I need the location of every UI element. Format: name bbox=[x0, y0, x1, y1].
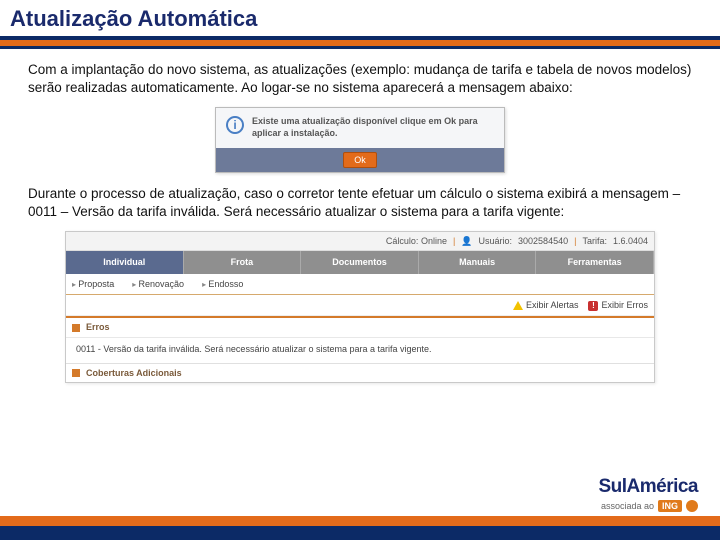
lion-icon bbox=[686, 500, 698, 512]
intro-paragraph-1: Com a implantação do novo sistema, as at… bbox=[28, 61, 692, 97]
error-icon: ! bbox=[588, 301, 598, 311]
brand-logo: SulAmérica bbox=[598, 476, 698, 498]
user-icon: 👤 bbox=[461, 235, 472, 247]
footer-bar bbox=[0, 526, 720, 540]
tab-ferramentas[interactable]: Ferramentas bbox=[536, 251, 654, 273]
section-coberturas: Coberturas Adicionais bbox=[66, 363, 654, 382]
status-online: Cálculo: Online bbox=[386, 235, 447, 247]
page-title: Atualização Automática bbox=[10, 6, 710, 32]
info-icon: i bbox=[226, 116, 244, 134]
subtab-proposta[interactable]: Proposta bbox=[72, 278, 114, 291]
user-label: Usuário: bbox=[479, 235, 513, 247]
intro-paragraph-2: Durante o processo de atualização, caso … bbox=[28, 185, 692, 221]
subtab-renovacao[interactable]: Renovação bbox=[132, 278, 184, 291]
user-value: 3002584540 bbox=[518, 235, 568, 247]
app-screenshot: Cálculo: Online | 👤 Usuário: 3002584540 … bbox=[65, 231, 655, 383]
ok-button[interactable]: Ok bbox=[343, 152, 377, 168]
update-popup: i Existe uma atualização disponível cliq… bbox=[215, 107, 505, 172]
section-marker-icon bbox=[72, 369, 80, 377]
section-marker-icon bbox=[72, 324, 80, 332]
tab-manuais[interactable]: Manuais bbox=[419, 251, 537, 273]
show-alerts-link[interactable]: Exibir Alertas bbox=[513, 299, 579, 311]
ing-logo: ING bbox=[658, 500, 682, 512]
separator: | bbox=[574, 235, 576, 247]
tab-documentos[interactable]: Documentos bbox=[301, 251, 419, 273]
section-erros: Erros bbox=[66, 316, 654, 337]
footer-bar bbox=[0, 516, 720, 526]
warning-icon bbox=[513, 301, 523, 310]
tab-frota[interactable]: Frota bbox=[184, 251, 302, 273]
subtab-endosso[interactable]: Endosso bbox=[202, 278, 243, 291]
popup-message: Existe uma atualização disponível clique… bbox=[252, 116, 494, 139]
tarifa-label: Tarifa: bbox=[582, 235, 607, 247]
show-errors-link[interactable]: !Exibir Erros bbox=[588, 299, 648, 311]
tarifa-value: 1.6.0404 bbox=[613, 235, 648, 247]
tab-individual[interactable]: Individual bbox=[66, 251, 184, 273]
brand-association: associada ao bbox=[601, 501, 654, 511]
separator: | bbox=[453, 235, 455, 247]
error-message: 0011 - Versão da tarifa inválida. Será n… bbox=[66, 338, 654, 363]
